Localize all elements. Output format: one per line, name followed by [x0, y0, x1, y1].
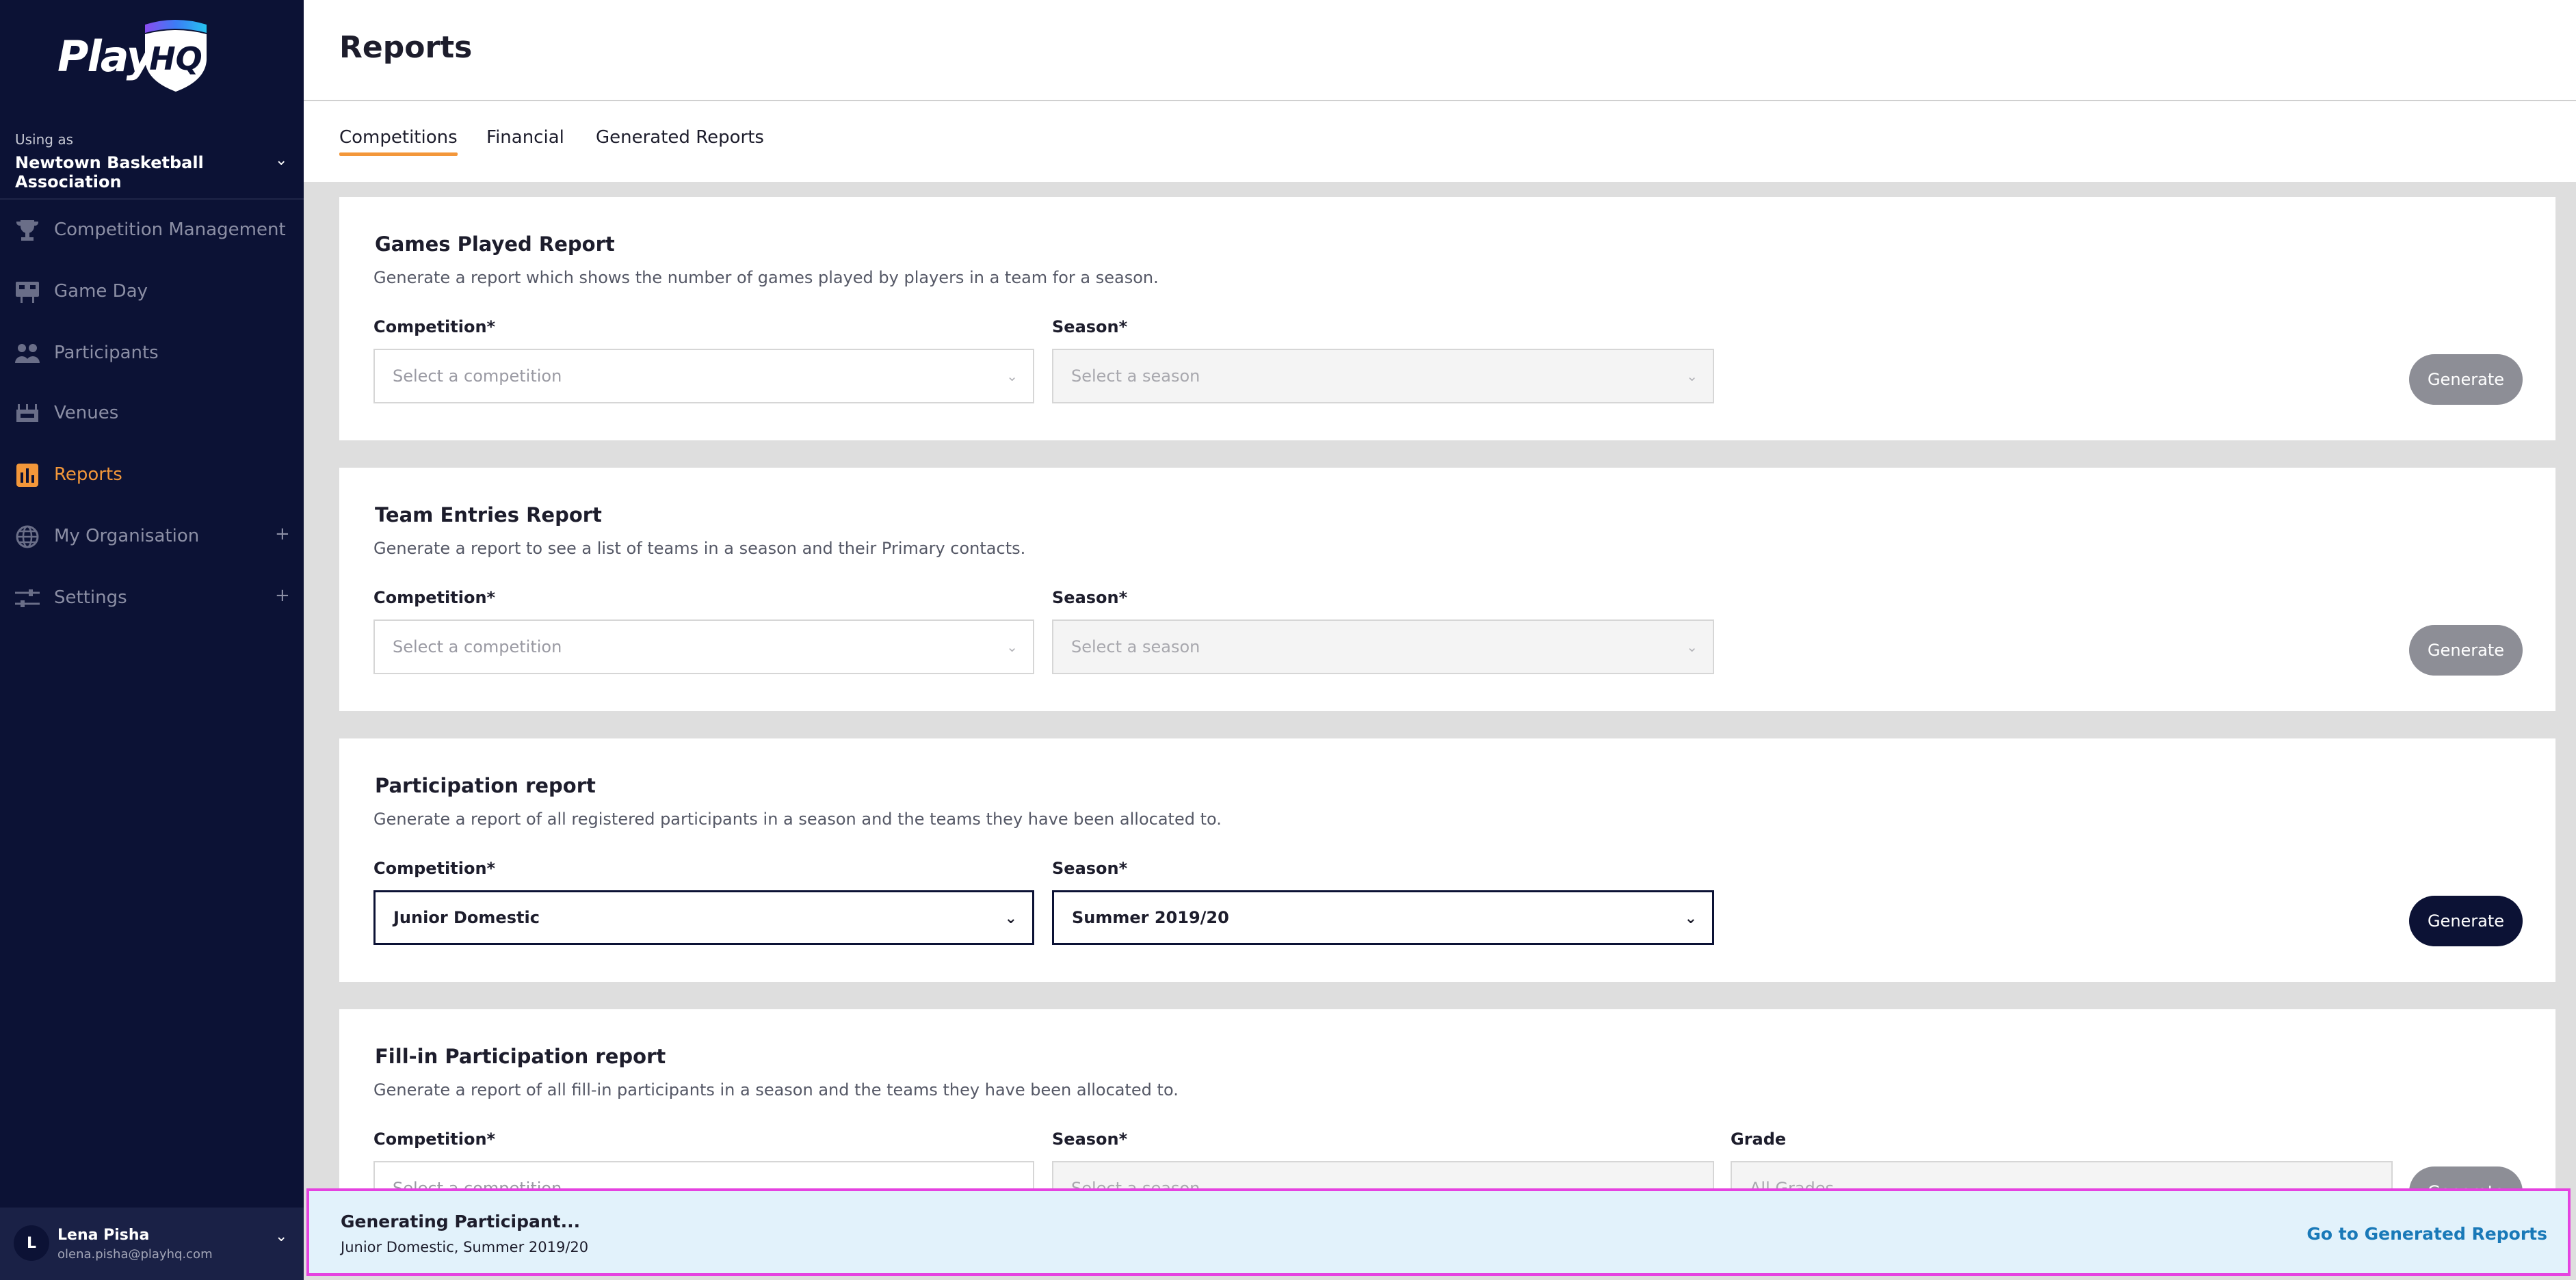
participants-icon — [15, 344, 40, 363]
nav-label: Settings — [54, 587, 127, 608]
select-value: Select a competition — [393, 366, 562, 386]
season-select[interactable]: Select a season ⌄ — [1052, 349, 1714, 403]
card-description: Generate a report of all registered part… — [373, 810, 1222, 829]
tabs-bar: Competitions Financial Generated Reports — [304, 101, 2576, 182]
playhq-logo[interactable]: Play HQ — [57, 19, 222, 101]
nav-label: Participants — [54, 343, 159, 363]
generate-button[interactable]: Generate — [2409, 625, 2523, 676]
card-description: Generate a report which shows the number… — [373, 268, 1159, 287]
select-value: Select a season — [1071, 366, 1200, 386]
using-as-label: Using as — [15, 131, 74, 148]
logo-shield-icon: HQ — [145, 20, 207, 92]
competition-select[interactable]: Junior Domestic ⌄ — [373, 890, 1034, 945]
season-select[interactable]: Summer 2019/20 ⌄ — [1052, 890, 1714, 945]
select-value: Summer 2019/20 — [1072, 908, 1229, 927]
chevron-down-icon: ⌄ — [1686, 639, 1698, 655]
report-card-fill-in-participation: Fill-in Participation report Generate a … — [339, 1009, 2555, 1214]
chevron-down-icon[interactable]: ⌄ — [275, 1228, 287, 1245]
competition-select[interactable]: Select a competition ⌄ — [373, 619, 1034, 674]
chevron-down-icon: ⌄ — [1006, 639, 1018, 655]
scoreboard-icon — [16, 282, 39, 303]
sliders-icon — [15, 589, 40, 607]
card-description: Generate a report of all fill-in partici… — [373, 1080, 1179, 1099]
nav-competition-management[interactable]: Competition Management — [0, 206, 304, 254]
report-card-games-played: Games Played Report Generate a report wh… — [339, 197, 2555, 440]
nav-label: Game Day — [54, 281, 148, 302]
avatar: L — [14, 1225, 49, 1261]
card-title: Fill-in Participation report — [375, 1045, 666, 1068]
competition-label: Competition* — [373, 588, 496, 607]
nav-label: My Organisation — [54, 526, 200, 546]
nav-my-organisation[interactable]: My Organisation + — [0, 513, 304, 561]
sidebar-divider — [0, 198, 304, 200]
expand-plus-icon[interactable]: + — [275, 524, 290, 544]
svg-text:HQ: HQ — [149, 40, 202, 77]
user-name: Lena Pisha — [57, 1227, 150, 1244]
nav-label: Reports — [54, 464, 122, 485]
nav-label: Venues — [54, 403, 119, 423]
grade-label: Grade — [1731, 1130, 1787, 1149]
toast-subtitle: Junior Domestic, Summer 2019/20 — [341, 1239, 589, 1255]
expand-plus-icon[interactable]: + — [275, 585, 290, 606]
chevron-down-icon: ⌄ — [1686, 368, 1698, 384]
season-label: Season* — [1052, 317, 1128, 336]
season-label: Season* — [1052, 1130, 1128, 1149]
competition-label: Competition* — [373, 317, 496, 336]
nav-venues[interactable]: Venues — [0, 390, 304, 438]
nav-label: Competition Management — [54, 219, 286, 240]
sidebar: Play HQ Using as Newtown Basketball Asso… — [0, 0, 304, 1280]
nav-reports[interactable]: Reports — [0, 451, 304, 499]
report-card-team-entries: Team Entries Report Generate a report to… — [339, 468, 2555, 711]
chevron-down-icon: ⌄ — [1004, 910, 1017, 927]
go-to-generated-reports-link[interactable]: Go to Generated Reports — [2306, 1224, 2547, 1244]
chevron-down-icon: ⌄ — [1684, 910, 1697, 927]
competition-label: Competition* — [373, 1130, 496, 1149]
tab-generated-reports[interactable]: Generated Reports — [596, 127, 764, 148]
competition-select[interactable]: Select a competition ⌄ — [373, 349, 1034, 403]
card-title: Games Played Report — [375, 232, 615, 256]
globe-icon — [16, 525, 39, 548]
card-title: Participation report — [375, 774, 596, 797]
card-title: Team Entries Report — [375, 503, 602, 526]
generate-button[interactable]: Generate — [2409, 354, 2523, 405]
nav-game-day[interactable]: Game Day — [0, 268, 304, 316]
toast-title: Generating Participant... — [341, 1212, 581, 1231]
stadium-icon — [16, 404, 38, 422]
card-description: Generate a report to see a list of teams… — [373, 539, 1026, 558]
organisation-switcher[interactable]: Newtown Basketball Association — [15, 153, 304, 191]
generating-report-toast: Generating Participant... Junior Domesti… — [306, 1188, 2571, 1276]
select-value: Select a competition — [393, 637, 562, 656]
tab-financial[interactable]: Financial — [486, 127, 564, 148]
competition-label: Competition* — [373, 859, 496, 878]
select-value: Junior Domestic — [393, 908, 540, 927]
chevron-down-icon: ⌄ — [1006, 368, 1018, 384]
tab-competitions[interactable]: Competitions — [339, 127, 458, 156]
trophy-icon — [16, 220, 38, 241]
nav-settings[interactable]: Settings + — [0, 574, 304, 622]
report-card-participation: Participation report Generate a report o… — [339, 738, 2555, 982]
generate-button[interactable]: Generate — [2409, 896, 2523, 946]
user-profile[interactable]: L Lena Pisha olena.pisha@playhq.com ⌄ — [0, 1208, 304, 1280]
page-header: Reports — [304, 0, 2576, 101]
season-select[interactable]: Select a season ⌄ — [1052, 619, 1714, 674]
user-email: olena.pisha@playhq.com — [57, 1247, 213, 1262]
select-value: Select a season — [1071, 637, 1200, 656]
season-label: Season* — [1052, 588, 1128, 607]
season-label: Season* — [1052, 859, 1128, 878]
chevron-down-icon[interactable]: ⌄ — [275, 152, 287, 169]
reports-icon — [16, 464, 38, 487]
nav-participants[interactable]: Participants — [0, 330, 304, 377]
page-title: Reports — [339, 30, 473, 65]
